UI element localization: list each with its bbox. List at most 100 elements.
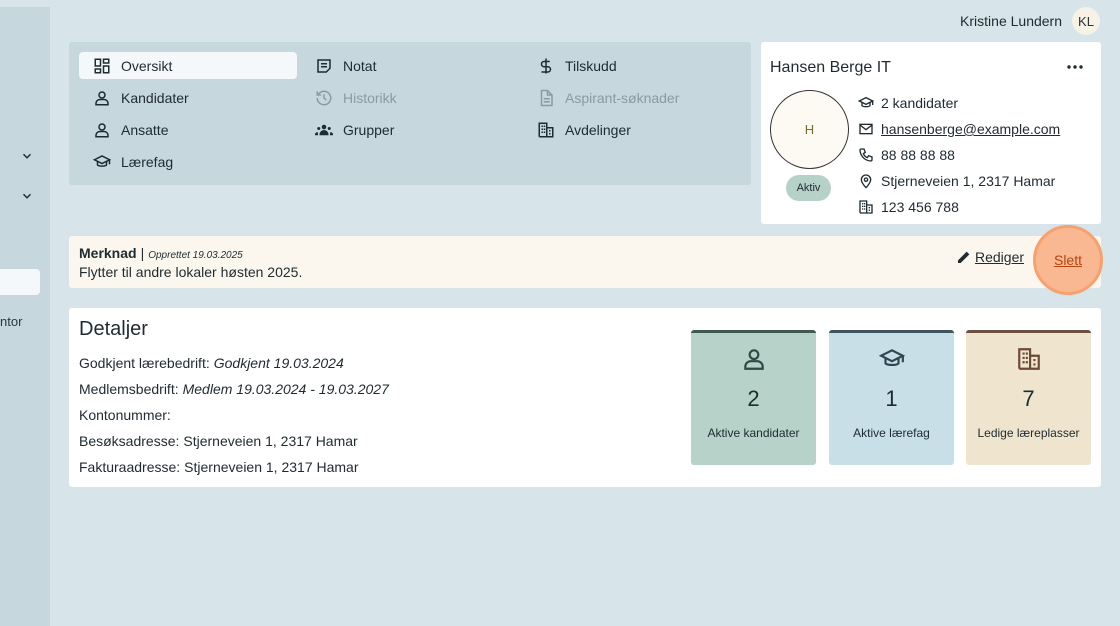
details-title: Detaljer [79,318,148,340]
candidates-count: 2 kandidater [881,95,959,111]
detail-value: Godkjent 19.03.2024 [213,355,344,371]
sidebar-item-label[interactable]: ntor [0,314,22,329]
delete-button[interactable]: Slett [1033,225,1103,295]
building-icon [537,121,555,139]
phone-number: 88 88 88 88 [881,147,955,163]
org-logo: H [770,90,849,169]
person-icon [93,89,111,107]
address-row: Stjerneveien 1, 2317 Hamar [858,168,1060,194]
email-row: hansenberge@example.com [858,116,1060,142]
detail-key: Godkjent lærebedrift: [79,355,210,371]
stat-label: Aktive lærefag [853,426,930,440]
org-card: Hansen Berge IT H Aktiv 2 kandidater han… [761,42,1101,224]
stat-open-positions[interactable]: 7 Ledige læreplasser [966,330,1091,465]
details-panel: Detaljer Godkjent lærebedrift: Godkjent … [69,308,1101,487]
detail-key: Medlemsbedrift: [79,381,179,397]
building-icon [858,199,874,215]
detail-value: Medlem 19.03.2024 - 19.03.2027 [182,381,389,397]
person-icon [741,346,767,372]
user-name: Kristine Lundern [960,13,1062,29]
school-icon [858,95,874,111]
edit-label: Rediger [975,249,1025,265]
detail-row: Besøksadresse: Stjerneveien 1, 2317 Hama… [79,428,389,454]
stat-label: Ledige læreplasser [977,426,1080,440]
dollar-icon [537,57,555,75]
chevron-down-icon[interactable] [20,149,34,163]
detail-value: Stjerneveien 1, 2317 Hamar [183,433,358,449]
nav-item-grupper[interactable]: Grupper [301,116,519,143]
stat-active-candidates[interactable]: 2 Aktive kandidater [691,330,816,465]
nav-item-ansatte[interactable]: Ansatte [79,116,297,143]
edit-button[interactable]: Rediger [956,249,1024,265]
detail-list: Godkjent lærebedrift: Godkjent 19.03.202… [79,350,389,480]
nav-item-avdelinger[interactable]: Avdelinger [523,116,741,143]
phone-icon [858,147,874,163]
note-icon [315,57,333,75]
detail-key: Fakturaadresse: [79,459,181,475]
nav-item-label: Historikk [343,89,397,106]
nav-item-label: Tilskudd [565,57,617,74]
remark-separator: | [140,245,145,261]
nav-item-label: Avdelinger [565,121,631,138]
building-icon [1016,346,1042,372]
status-badge: Aktiv [786,175,831,201]
nav-item-label: Oversikt [121,57,173,74]
stat-active-subjects[interactable]: 1 Aktive lærefag [829,330,954,465]
remark-text: Flytter til andre lokaler høsten 2025. [79,264,303,280]
remark-banner: Merknad | Opprettet 19.03.2025 Flytter t… [69,225,1103,295]
chevron-down-icon[interactable] [20,189,34,203]
org-number-row: 123 456 788 [858,194,1060,220]
location-icon [858,173,874,189]
address: Stjerneveien 1, 2317 Hamar [881,173,1056,189]
nav-item-oversikt[interactable]: Oversikt [79,52,297,79]
avatar[interactable]: KL [1072,7,1100,35]
stat-value: 7 [1022,386,1035,411]
nav-item-tilskudd[interactable]: Tilskudd [523,52,741,79]
nav-item-label: Kandidater [121,89,189,106]
org-name: Hansen Berge IT [770,59,891,76]
detail-row: Godkjent lærebedrift: Godkjent 19.03.202… [79,350,389,376]
remark-created: Opprettet 19.03.2025 [148,250,243,261]
remark-label: Merknad [79,245,137,261]
history-icon [315,89,333,107]
nav-item-label: Aspirant-søknader [565,89,680,106]
user-menu[interactable]: Kristine Lundern KL [960,7,1100,35]
pencil-icon [958,251,970,263]
nav-item-kandidater[interactable]: Kandidater [79,84,297,111]
detail-row: Kontonummer: [79,402,389,428]
school-icon [878,346,905,372]
sidebar: ntor [0,7,50,626]
nav-item-label: Notat [343,57,377,74]
nav-item-notat[interactable]: Notat [301,52,519,79]
nav-item-label: Grupper [343,121,395,138]
sidebar-item-active[interactable] [0,269,40,295]
email-link[interactable]: hansenberge@example.com [881,121,1060,137]
detail-key: Besøksadresse: [79,433,180,449]
school-icon [93,153,111,171]
groups-icon [315,121,333,139]
nav-item-laerefag[interactable]: Lærefag [79,148,297,175]
remark-header: Merknad | Opprettet 19.03.2025 [79,245,243,261]
nav-item-aspirant-soknader: Aspirant-søknader [523,84,741,111]
more-options-icon[interactable] [1064,59,1086,75]
delete-label: Slett [1053,252,1082,268]
dashboard-icon [93,57,111,75]
mail-icon [858,121,874,137]
detail-row: Medlemsbedrift: Medlem 19.03.2024 - 19.0… [79,376,389,402]
org-number: 123 456 788 [881,199,959,215]
phone-row: 88 88 88 88 [858,142,1060,168]
nav-item-label: Lærefag [121,153,174,170]
nav-item-label: Ansatte [121,121,169,138]
org-contact-info: 2 kandidater hansenberge@example.com 88 … [858,90,1060,220]
stat-label: Aktive kandidater [707,426,800,440]
org-nav: Oversikt Notat Tilskudd Kandidater Histo… [69,42,751,185]
stat-value: 1 [885,386,898,411]
nav-item-historikk: Historikk [301,84,519,111]
stat-value: 2 [747,386,760,411]
document-icon [537,89,555,107]
person-icon [93,121,111,139]
detail-key: Kontonummer: [79,407,171,423]
detail-row: Fakturaadresse: Stjerneveien 1, 2317 Ham… [79,454,389,480]
candidates-row: 2 kandidater [858,90,1060,116]
detail-value: Stjerneveien 1, 2317 Hamar [184,459,359,475]
